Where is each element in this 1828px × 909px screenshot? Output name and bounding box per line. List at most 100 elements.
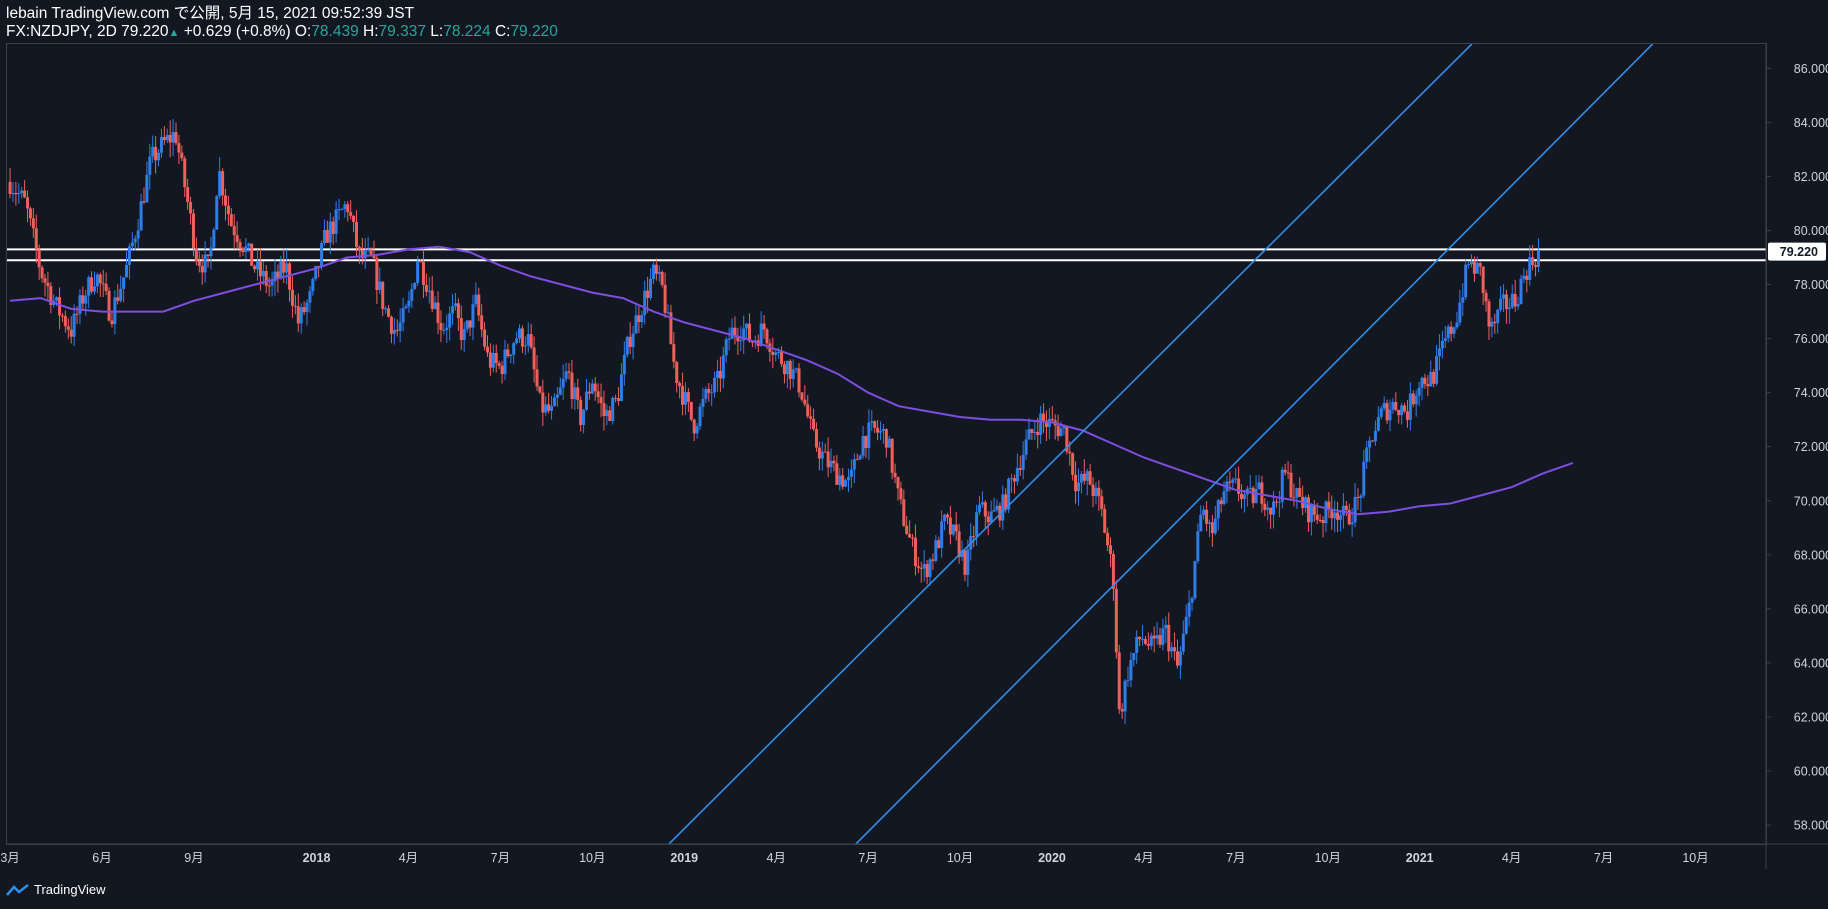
candle-body bbox=[847, 476, 851, 481]
candle-body bbox=[948, 517, 952, 535]
candle-body bbox=[1536, 250, 1540, 267]
channel-line-0 bbox=[668, 44, 1473, 844]
candle-body bbox=[686, 392, 690, 402]
candle-body bbox=[165, 135, 169, 141]
candle-body bbox=[864, 436, 868, 448]
candle-body bbox=[1042, 413, 1046, 421]
candle-body bbox=[916, 566, 920, 568]
candle-body bbox=[887, 438, 891, 448]
candle-body bbox=[63, 316, 67, 327]
candle-body bbox=[506, 349, 510, 357]
y-tick-label: 72.000 bbox=[1794, 440, 1828, 454]
candle-body bbox=[31, 218, 35, 229]
candle-body bbox=[881, 429, 885, 431]
candle-body bbox=[1242, 494, 1246, 500]
candle-body bbox=[168, 135, 172, 143]
candle-body bbox=[1001, 494, 1005, 521]
candle-body bbox=[410, 288, 414, 301]
candle-body bbox=[1496, 309, 1500, 324]
candle-body bbox=[1420, 377, 1424, 388]
candle-body bbox=[593, 383, 597, 392]
candle-body bbox=[797, 368, 801, 393]
candle-body bbox=[785, 360, 789, 375]
candle-body bbox=[1068, 451, 1072, 454]
candle-body bbox=[940, 521, 944, 548]
candle-body bbox=[954, 524, 958, 532]
candle-body bbox=[745, 323, 749, 329]
candle-body bbox=[203, 254, 207, 273]
candle-body bbox=[1231, 479, 1235, 483]
candle-body bbox=[90, 277, 94, 292]
candle-body bbox=[622, 354, 626, 375]
candle-body bbox=[305, 302, 309, 313]
candle-body bbox=[1353, 496, 1357, 523]
candle-body bbox=[579, 399, 583, 425]
candle-body bbox=[1484, 292, 1488, 302]
candle-body bbox=[774, 352, 778, 356]
candle-body bbox=[564, 371, 568, 379]
candle-body bbox=[334, 209, 338, 234]
candle-body bbox=[1528, 257, 1532, 280]
candle-body bbox=[26, 197, 30, 209]
candle-body bbox=[567, 371, 571, 373]
candle-body bbox=[343, 204, 347, 210]
candle-body bbox=[608, 410, 612, 421]
candle-body bbox=[814, 429, 818, 448]
candle-body bbox=[395, 329, 399, 331]
candle-body bbox=[1161, 628, 1165, 645]
candle-body bbox=[311, 278, 315, 292]
candle-body bbox=[37, 249, 41, 268]
price-chart[interactable]: 58.000 60.000 62.000 64.000 66.000 68.000 70.0… bbox=[0, 0, 1828, 909]
candle-body bbox=[407, 300, 411, 307]
candle-body bbox=[1289, 472, 1293, 498]
candle-body bbox=[448, 313, 452, 328]
candle-body bbox=[500, 365, 504, 375]
candle-body bbox=[194, 248, 198, 262]
candle-body bbox=[267, 285, 271, 287]
candle-body bbox=[899, 488, 903, 500]
candle-body bbox=[654, 264, 658, 274]
candle-body bbox=[1141, 639, 1145, 641]
candle-body bbox=[992, 509, 996, 512]
candle-body bbox=[1263, 503, 1267, 510]
candle-body bbox=[241, 248, 245, 253]
candle-body bbox=[229, 214, 233, 226]
candle-body bbox=[512, 343, 516, 355]
candle-body bbox=[832, 460, 836, 464]
candle-body bbox=[264, 271, 268, 286]
candle-body bbox=[617, 398, 621, 401]
candle-body bbox=[535, 369, 539, 387]
candle-body bbox=[1106, 532, 1110, 546]
candle-body bbox=[518, 328, 522, 339]
candle-body bbox=[1219, 500, 1223, 505]
candle-body bbox=[180, 152, 184, 159]
candle-body bbox=[721, 355, 725, 379]
candle-body bbox=[876, 427, 880, 433]
candle-body bbox=[1202, 509, 1206, 515]
candle-body bbox=[296, 306, 300, 324]
candle-body bbox=[1435, 356, 1439, 384]
candle-body bbox=[689, 401, 693, 420]
candle-body bbox=[701, 398, 705, 407]
candle-body bbox=[590, 383, 594, 394]
candle-body bbox=[913, 537, 917, 567]
candle-body bbox=[136, 230, 140, 239]
candle-body bbox=[1510, 293, 1514, 308]
candle-body bbox=[1531, 257, 1535, 266]
y-tick-label: 68.000 bbox=[1794, 548, 1828, 562]
candle-body bbox=[809, 416, 813, 419]
candle-body bbox=[392, 329, 396, 334]
candle-body bbox=[290, 289, 294, 306]
candle-body bbox=[174, 132, 178, 144]
candle-body bbox=[1010, 478, 1014, 480]
candle-body bbox=[302, 307, 306, 313]
candle-body bbox=[1135, 636, 1139, 653]
candle-body bbox=[849, 469, 853, 477]
candle-body bbox=[852, 459, 856, 470]
candle-body bbox=[1306, 497, 1310, 523]
candle-body bbox=[817, 447, 821, 459]
candle-body bbox=[87, 277, 91, 296]
candle-body bbox=[23, 190, 27, 198]
candle-body bbox=[1394, 402, 1398, 411]
x-tick-label: 2021 bbox=[1406, 851, 1434, 865]
